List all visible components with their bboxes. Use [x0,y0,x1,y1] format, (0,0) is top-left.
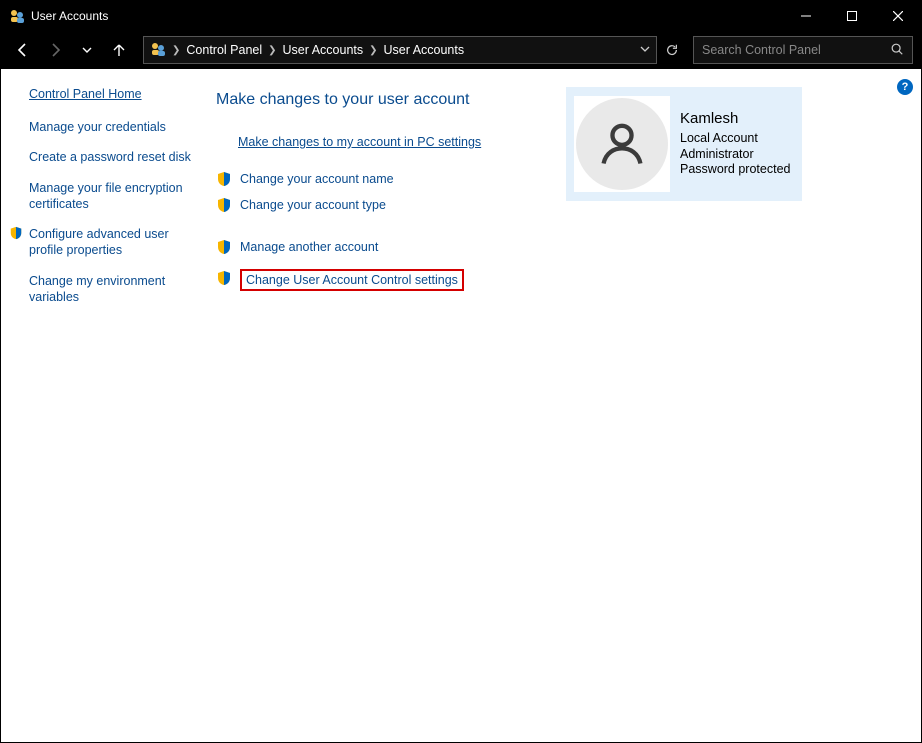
address-bar[interactable]: ❯ Control Panel ❯ User Accounts ❯ User A… [143,36,657,64]
search-icon [890,42,904,59]
shield-icon [216,270,232,286]
up-button[interactable] [105,36,133,64]
recent-locations-button[interactable] [73,36,101,64]
password-reset-disk-link[interactable]: Create a password reset disk [29,149,206,165]
person-icon [596,118,648,170]
change-account-name-link[interactable]: Change your account name [240,172,394,186]
page-heading: Make changes to your user account [216,91,556,109]
uac-settings-link[interactable]: Change User Account Control settings [246,273,458,287]
control-panel-icon [150,41,166,60]
breadcrumb-root[interactable]: Control Panel [186,43,262,57]
user-name: Kamlesh [680,110,790,129]
shield-icon [216,197,232,213]
advanced-profile-link[interactable]: Configure advanced user profile properti… [29,226,206,259]
manage-credentials-link[interactable]: Manage your credentials [29,119,206,135]
user-account-type: Local Account [680,131,790,147]
shield-icon [216,239,232,255]
shield-icon [9,226,23,240]
avatar [574,96,670,192]
navbar: ❯ Control Panel ❯ User Accounts ❯ User A… [1,31,921,69]
uac-settings-highlight: Change User Account Control settings [240,269,464,291]
back-button[interactable] [9,36,37,64]
actions-column: Make changes to your user account Make c… [216,87,556,742]
user-accounts-app-icon [9,8,25,24]
pc-settings-link[interactable]: Make changes to my account in PC setting… [238,135,481,149]
chevron-right-icon[interactable]: ❯ [367,45,379,56]
search-input[interactable]: Search Control Panel [693,36,913,64]
breadcrumb-level2[interactable]: User Accounts [384,43,465,57]
file-encryption-certs-link[interactable]: Manage your file encryption certificates [29,180,206,213]
refresh-button[interactable] [661,36,683,64]
forward-button[interactable] [41,36,69,64]
close-button[interactable] [875,1,921,31]
search-placeholder: Search Control Panel [702,43,890,57]
shield-icon [216,171,232,187]
address-dropdown-button[interactable] [640,43,650,57]
env-vars-link[interactable]: Change my environment variables [29,273,206,306]
chevron-right-icon[interactable]: ❯ [266,45,278,56]
content-area: ? Control Panel Home Manage your credent… [1,69,921,742]
titlebar: User Accounts [1,1,921,31]
user-card: Kamlesh Local Account Administrator Pass… [566,87,802,201]
sidebar: Control Panel Home Manage your credentia… [1,87,216,742]
maximize-button[interactable] [829,1,875,31]
breadcrumb-level1[interactable]: User Accounts [283,43,364,57]
control-panel-home-link[interactable]: Control Panel Home [29,87,206,101]
manage-another-account-link[interactable]: Manage another account [240,240,378,254]
user-password-status: Password protected [680,162,790,178]
minimize-button[interactable] [783,1,829,31]
change-account-type-link[interactable]: Change your account type [240,198,386,212]
window-title: User Accounts [31,9,108,23]
user-role: Administrator [680,147,790,163]
chevron-right-icon[interactable]: ❯ [170,45,182,56]
help-button[interactable]: ? [897,79,913,95]
